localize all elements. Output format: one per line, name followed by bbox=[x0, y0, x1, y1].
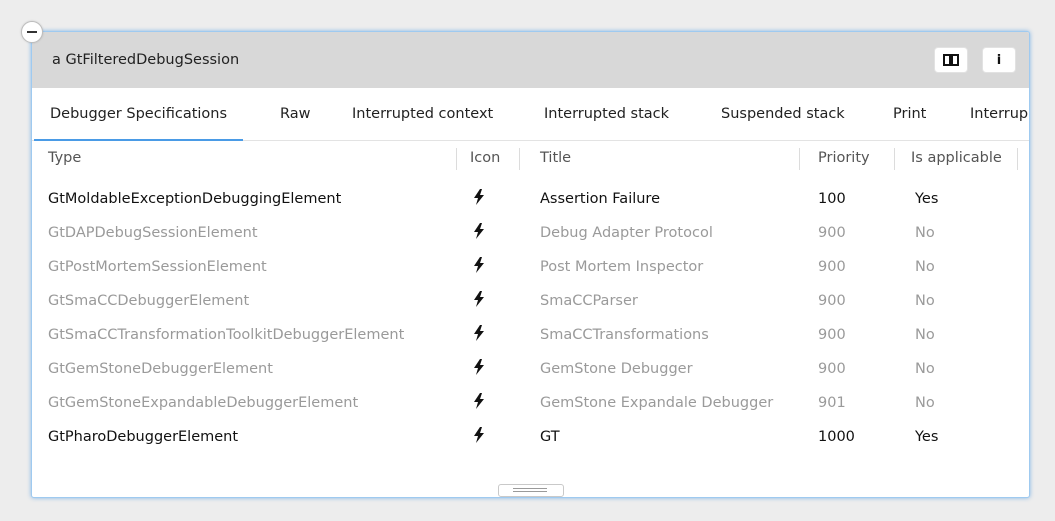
cell-title: SmaCCTransformations bbox=[540, 327, 709, 343]
cell-priority: 1000 bbox=[818, 429, 855, 445]
table-row[interactable]: GtMoldableExceptionDebuggingElement Asser… bbox=[32, 184, 1029, 218]
table-row[interactable]: GtPostMortemSessionElement Post Mortem In… bbox=[32, 252, 1029, 286]
tab-interrupted-stack[interactable]: Interrupted stack bbox=[544, 88, 669, 140]
header-icon[interactable]: Icon bbox=[470, 150, 500, 166]
header-priority[interactable]: Priority bbox=[818, 150, 870, 166]
cell-priority: 900 bbox=[818, 259, 846, 275]
table-row[interactable]: GtDAPDebugSessionElement Debug Adapter Pr… bbox=[32, 218, 1029, 252]
cell-is-applicable: No bbox=[915, 293, 935, 309]
cell-type: GtSmaCCTransformationToolkitDebuggerElem… bbox=[48, 327, 405, 343]
tab-interrupted-truncated[interactable]: Interrup bbox=[970, 88, 1028, 140]
cell-type: GtDAPDebugSessionElement bbox=[48, 225, 258, 241]
tab-debugger-specifications[interactable]: Debugger Specifications bbox=[33, 88, 244, 141]
cell-is-applicable: Yes bbox=[915, 429, 939, 445]
title-bar: a GtFilteredDebugSession i bbox=[32, 32, 1029, 88]
header-is-applicable[interactable]: Is applicable bbox=[911, 150, 1002, 166]
cell-title: SmaCCParser bbox=[540, 293, 638, 309]
cell-type: GtGemStoneExpandableDebuggerElement bbox=[48, 395, 359, 411]
table-header: Type Icon Title Priority Is applicable bbox=[32, 140, 1029, 178]
cell-is-applicable: No bbox=[915, 361, 935, 377]
cell-type: GtSmaCCDebuggerElement bbox=[48, 293, 250, 309]
cell-is-applicable: No bbox=[915, 259, 935, 275]
book-button[interactable] bbox=[934, 47, 968, 73]
column-separator[interactable] bbox=[456, 148, 457, 170]
cell-title: GT bbox=[540, 429, 560, 445]
cell-type: GtMoldableExceptionDebuggingElement bbox=[48, 191, 342, 207]
cell-is-applicable: No bbox=[915, 327, 935, 343]
window-title: a GtFilteredDebugSession bbox=[52, 52, 240, 68]
cell-title: GemStone Debugger bbox=[540, 361, 693, 377]
collapse-button[interactable] bbox=[21, 21, 43, 43]
lightning-icon bbox=[474, 359, 484, 375]
cell-is-applicable: No bbox=[915, 395, 935, 411]
cell-title: GemStone Expandale Debugger bbox=[540, 395, 774, 411]
cell-is-applicable: No bbox=[915, 225, 935, 241]
resize-handle[interactable] bbox=[498, 484, 564, 497]
tab-print[interactable]: Print bbox=[893, 88, 926, 140]
tab-suspended-stack[interactable]: Suspended stack bbox=[721, 88, 845, 140]
view-tabs: Debugger Specifications Raw Interrupted … bbox=[32, 88, 1029, 141]
cell-priority: 900 bbox=[818, 361, 846, 377]
cell-title: Debug Adapter Protocol bbox=[540, 225, 713, 241]
cell-priority: 901 bbox=[818, 395, 846, 411]
column-separator[interactable] bbox=[799, 148, 800, 170]
header-type[interactable]: Type bbox=[48, 150, 81, 166]
info-icon: i bbox=[996, 52, 1002, 68]
lightning-icon bbox=[474, 427, 484, 443]
book-icon bbox=[943, 54, 959, 66]
lightning-icon bbox=[474, 257, 484, 273]
lightning-icon bbox=[474, 291, 484, 307]
cell-type: GtGemStoneDebuggerElement bbox=[48, 361, 273, 377]
cell-type: GtPharoDebuggerElement bbox=[48, 429, 239, 445]
table-row[interactable]: GtSmaCCTransformationToolkitDebuggerElem… bbox=[32, 320, 1029, 354]
cell-priority: 100 bbox=[818, 191, 846, 207]
tab-raw[interactable]: Raw bbox=[280, 88, 311, 140]
cell-type: GtPostMortemSessionElement bbox=[48, 259, 267, 275]
cell-priority: 900 bbox=[818, 293, 846, 309]
cell-priority: 900 bbox=[818, 225, 846, 241]
lightning-icon bbox=[474, 393, 484, 409]
table-row[interactable]: GtGemStoneExpandableDebuggerElement GemSt… bbox=[32, 388, 1029, 422]
cell-title: Assertion Failure bbox=[540, 191, 661, 207]
info-button[interactable]: i bbox=[982, 47, 1016, 73]
lightning-icon bbox=[474, 223, 484, 239]
cell-is-applicable: Yes bbox=[915, 191, 939, 207]
column-separator[interactable] bbox=[519, 148, 520, 170]
column-separator[interactable] bbox=[894, 148, 895, 170]
table-row[interactable]: GtSmaCCDebuggerElement SmaCCParser 900 No bbox=[32, 286, 1029, 320]
column-separator[interactable] bbox=[1017, 148, 1018, 170]
inspector-pane: a GtFilteredDebugSession i Debugger Spec… bbox=[31, 31, 1030, 498]
header-title[interactable]: Title bbox=[540, 150, 571, 166]
lightning-icon bbox=[474, 325, 484, 341]
cell-priority: 900 bbox=[818, 327, 846, 343]
lightning-icon bbox=[474, 189, 484, 205]
tab-interrupted-context[interactable]: Interrupted context bbox=[352, 88, 493, 140]
table-row[interactable]: GtPharoDebuggerElement GT 1000 Yes bbox=[32, 422, 1029, 456]
table-row[interactable]: GtGemStoneDebuggerElement GemStone Debugg… bbox=[32, 354, 1029, 388]
cell-title: Post Mortem Inspector bbox=[540, 259, 704, 275]
